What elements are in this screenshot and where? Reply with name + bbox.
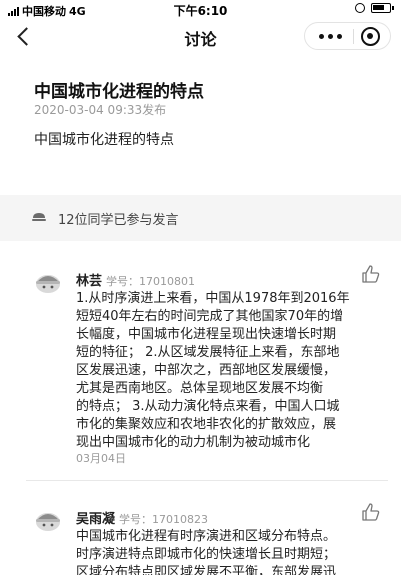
student-id: 学号：17010823 — [119, 513, 209, 526]
discussion-icon — [32, 213, 46, 221]
status-right — [355, 3, 394, 13]
comment-item: 林芸 学号：17010801 1.从时序演进上来看，中国从1978年到2016年 … — [0, 262, 401, 472]
comment-date: 03月04日 — [76, 452, 126, 465]
status-time: 下午6:10 — [173, 4, 228, 18]
participants-bar: 12位同学已参与发言 — [0, 195, 401, 241]
post-date: 2020-03-04 09:33发布 — [34, 103, 167, 117]
like-icon[interactable] — [361, 264, 381, 284]
post-body: 中国城市化进程的特点 — [34, 132, 174, 148]
close-icon[interactable] — [361, 27, 380, 46]
comment-divider — [26, 480, 388, 481]
student-id: 学号：17010801 — [106, 275, 196, 288]
status-bar: 中国移动 4G 下午6:10 — [0, 0, 401, 18]
comment-author: 林芸 学号：17010801 — [76, 270, 195, 289]
post-title: 中国城市化进程的特点 — [34, 82, 204, 102]
comment-text: 1.从时序演进上来看，中国从1978年到2016年 短短40年左右的时间完成了其… — [76, 291, 350, 450]
comment-text: 中国城市化进程有时序演进和区域分布特点。 时序演进特点即城市化的快速增长且时期短… — [76, 529, 337, 575]
more-icon[interactable] — [313, 23, 347, 49]
capsule-divider — [353, 29, 354, 44]
like-icon[interactable] — [361, 502, 381, 522]
author-name: 吴雨凝 — [76, 512, 116, 527]
comment-item: 吴雨凝 学号：17010823 中国城市化进程有时序演进和区域分布特点。 时序演进… — [0, 500, 401, 575]
alarm-icon — [355, 3, 365, 13]
avatar[interactable] — [34, 268, 62, 296]
author-name: 林芸 — [76, 274, 103, 289]
nav-bar: 讨论 — [0, 18, 401, 54]
miniprogram-capsule — [304, 22, 391, 50]
comment-author: 吴雨凝 学号：17010823 — [76, 508, 208, 527]
participants-count: 12位同学已参与发言 — [58, 213, 179, 228]
avatar[interactable] — [34, 506, 62, 534]
battery-icon — [371, 3, 394, 13]
